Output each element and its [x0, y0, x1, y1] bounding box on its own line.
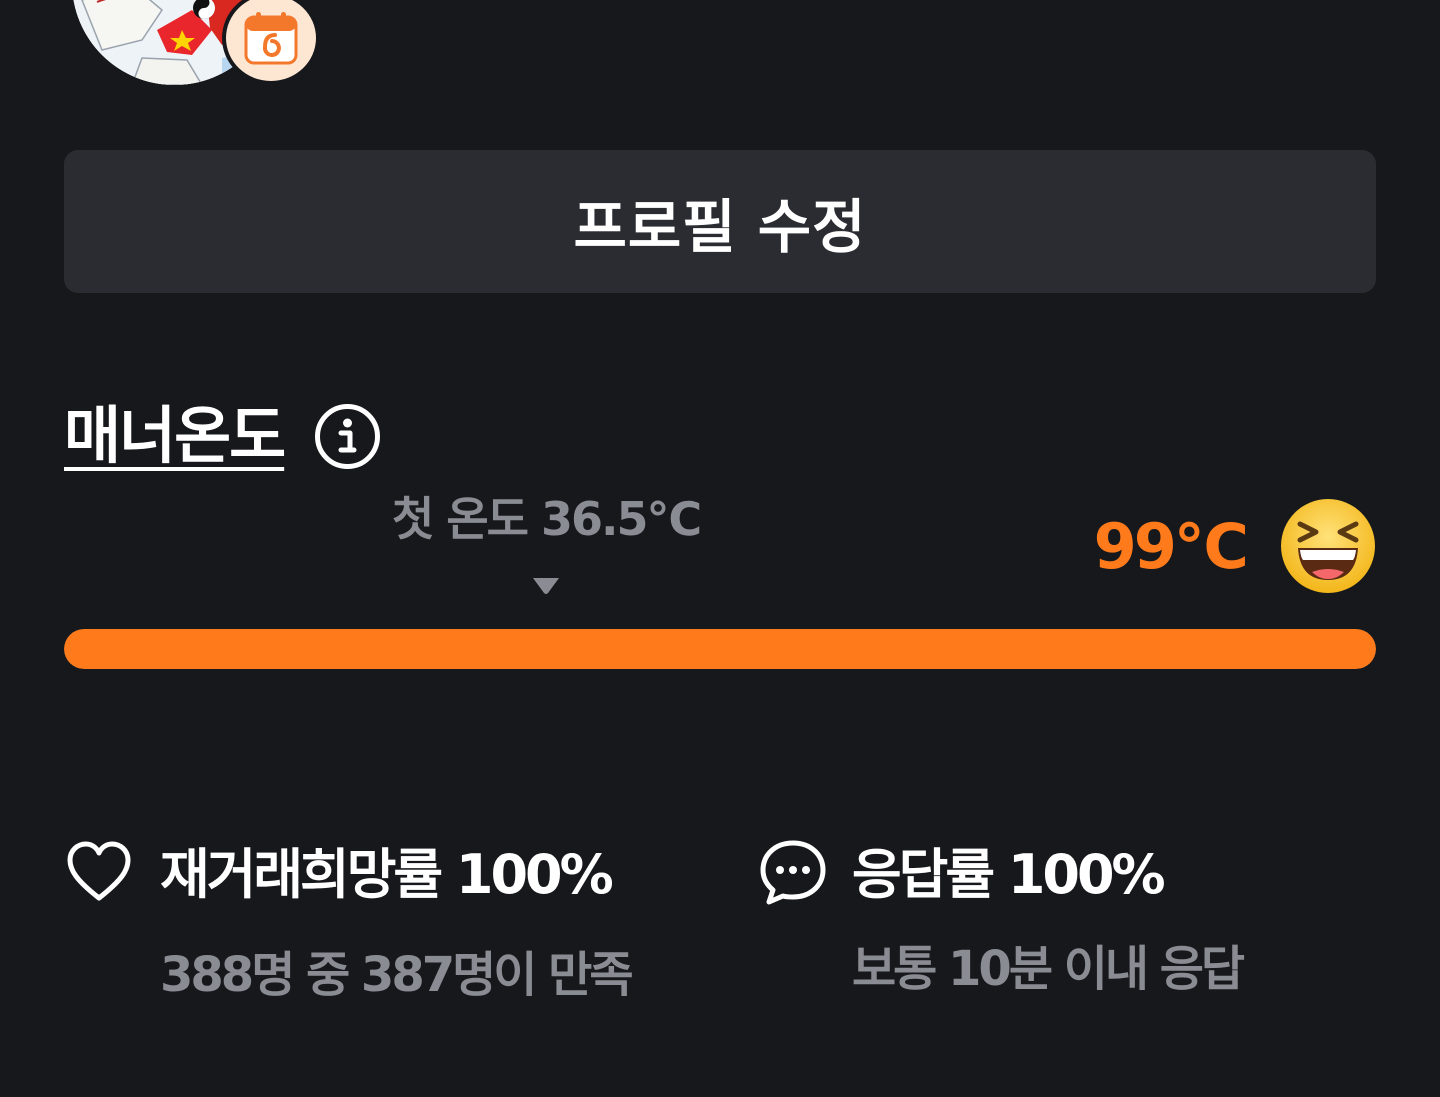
info-icon[interactable] [314, 403, 381, 470]
rehire-rate-subtitle: 388명 중 387명이 만족 [160, 947, 633, 1003]
manner-temperature-gauge-fill [64, 629, 1376, 669]
edit-profile-button[interactable]: 프로필 수정 [64, 150, 1376, 293]
manner-temperature-title[interactable]: 매너온도 [64, 396, 286, 476]
current-temperature: 99℃ [1093, 510, 1249, 583]
manner-temperature-gauge [64, 629, 1376, 669]
response-rate-title: 응답률 100% [852, 843, 1166, 906]
chat-bubble-icon [760, 840, 826, 905]
rehire-rate-title: 재거래희망률 100% [160, 843, 614, 906]
first-temperature-label: 첫 온도 36.5℃ [392, 492, 702, 546]
calendar-badge [222, 0, 320, 85]
laughing-face-icon [1281, 499, 1375, 593]
heart-icon [67, 841, 131, 901]
profile-page: 프로필 수정 매너온도 첫 온도 36.5℃ 99℃ 재거래희망률 100% 3… [0, 0, 1440, 1097]
first-temperature-marker-icon [533, 578, 559, 594]
calendar-badge-icon [244, 12, 298, 65]
response-rate-subtitle: 보통 10분 이내 응답 [852, 941, 1245, 997]
